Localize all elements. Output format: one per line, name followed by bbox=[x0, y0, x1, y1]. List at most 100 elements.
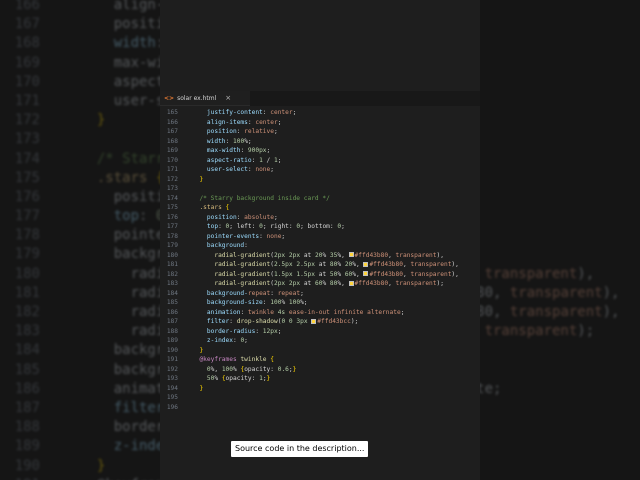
background-line-number: 180 bbox=[14, 265, 40, 282]
code-line[interactable]: 189 z-index: 0; bbox=[160, 336, 480, 346]
code-text[interactable]: user-select: none; bbox=[192, 165, 274, 175]
code-text[interactable]: align-items: center; bbox=[192, 118, 282, 128]
line-number: 173 bbox=[166, 185, 178, 192]
code-text[interactable]: 0%, 100% {opacity: 0.6;} bbox=[192, 365, 296, 375]
background-line-number: 170 bbox=[14, 73, 40, 90]
file-tab[interactable]: <> solar ex.html × bbox=[160, 91, 250, 106]
code-line[interactable]: 174 /* Starry background inside card */ bbox=[160, 194, 480, 204]
line-number: 183 bbox=[166, 280, 178, 287]
code-line[interactable]: 181 radial-gradient(2.5px 2.5px at 80% 2… bbox=[160, 260, 480, 270]
code-text[interactable]: @keyframes twinkle { bbox=[192, 355, 274, 365]
line-number: 179 bbox=[166, 242, 178, 249]
line-number: 178 bbox=[166, 232, 178, 240]
code-line[interactable]: 185 background-size: 100% 100%; bbox=[160, 298, 480, 308]
code-text[interactable]: pointer-events: none; bbox=[192, 232, 285, 242]
code-line[interactable]: 177 top: 0; left: 0; right: 0; bottom: 0… bbox=[160, 222, 480, 232]
code-line[interactable]: 169 max-width: 900px; bbox=[160, 146, 480, 156]
line-number: 194 bbox=[166, 384, 178, 392]
code-line[interactable]: 166 align-items: center; bbox=[160, 118, 480, 128]
caption-overlay: Source code in the description... bbox=[231, 441, 369, 457]
code-line[interactable]: 173 bbox=[160, 184, 480, 194]
line-number: 165 bbox=[166, 109, 178, 116]
code-line[interactable]: 175 .stars { bbox=[160, 203, 480, 213]
background-line-number: 190 bbox=[14, 457, 40, 474]
code-line[interactable]: 184 background-repeat: repeat; bbox=[160, 289, 480, 299]
code-line[interactable]: 171 user-select: none; bbox=[160, 165, 480, 175]
code-line[interactable]: 195 bbox=[160, 393, 480, 403]
code-line[interactable]: 179 background: bbox=[160, 241, 480, 251]
line-number: 184 bbox=[166, 289, 178, 297]
background-code-text: .stars { bbox=[96, 169, 165, 186]
code-text[interactable]: filter: drop-shadow(0 0 3px #ffd43bcc); bbox=[192, 317, 358, 327]
code-line[interactable]: 191 @keyframes twinkle { bbox=[160, 355, 480, 365]
code-text[interactable]: 50% {opacity: 1;} bbox=[192, 374, 270, 384]
code-line[interactable]: 165 justify-content: center; bbox=[160, 108, 480, 118]
code-text[interactable]: justify-content: center; bbox=[192, 108, 296, 118]
line-number: 196 bbox=[166, 403, 178, 411]
code-line[interactable]: 168 width: 100%; bbox=[160, 137, 480, 147]
code-line[interactable]: 187 filter: drop-shadow(0 0 3px #ffd43bc… bbox=[160, 317, 480, 327]
background-line-number: 176 bbox=[14, 188, 40, 205]
code-text[interactable]: width: 100%; bbox=[192, 137, 252, 147]
line-number: 168 bbox=[166, 137, 178, 145]
code-line[interactable]: 188 border-radius: 12px; bbox=[160, 327, 480, 337]
code-editor[interactable]: 165 justify-content: center; 166 align-it… bbox=[160, 108, 480, 412]
code-line[interactable]: 167 position: relative; bbox=[160, 127, 480, 137]
code-text[interactable]: radial-gradient(1.5px 1.5px at 50% 60%, … bbox=[192, 270, 459, 280]
line-number: 187 bbox=[166, 318, 178, 325]
code-line[interactable]: 183 radial-gradient(2px 2px at 60% 80%, … bbox=[160, 279, 480, 289]
code-text[interactable]: } bbox=[192, 175, 203, 185]
close-icon[interactable]: × bbox=[225, 94, 231, 102]
code-text[interactable]: } bbox=[192, 384, 203, 394]
code-text[interactable]: radial-gradient(2.5px 2.5px at 80% 20%, … bbox=[192, 260, 459, 270]
code-line[interactable]: 172 } bbox=[160, 175, 480, 185]
background-code-text: } bbox=[96, 457, 106, 474]
line-number: 167 bbox=[166, 128, 178, 135]
code-text[interactable]: position: absolute; bbox=[192, 213, 278, 223]
code-text[interactable]: background: bbox=[192, 241, 248, 251]
line-number: 169 bbox=[166, 147, 178, 154]
code-line[interactable]: 194 } bbox=[160, 384, 480, 394]
code-text[interactable]: radial-gradient(2px 2px at 60% 80%, #ffd… bbox=[192, 279, 444, 289]
code-text[interactable]: animation: twinkle 4s ease-in-out infini… bbox=[192, 308, 405, 318]
line-number: 166 bbox=[166, 118, 178, 126]
code-line[interactable]: 196 bbox=[160, 403, 480, 413]
code-line[interactable]: 190 } bbox=[160, 346, 480, 356]
line-number: 195 bbox=[166, 394, 178, 401]
code-text[interactable]: max-width: 900px; bbox=[192, 146, 270, 156]
tab-label: solar ex.html bbox=[177, 94, 217, 102]
line-number: 192 bbox=[166, 365, 178, 373]
background-line-number: 186 bbox=[14, 380, 40, 397]
code-text[interactable]: radial-gradient(2px 2px at 20% 35%, #ffd… bbox=[192, 251, 444, 261]
background-line-number: 184 bbox=[14, 342, 40, 359]
code-line[interactable]: 176 position: absolute; bbox=[160, 213, 480, 223]
code-text[interactable]: aspect-ratio: 1 / 1; bbox=[192, 156, 282, 166]
code-text[interactable]: /* Starry background inside card */ bbox=[192, 194, 329, 204]
background-line-number: 187 bbox=[14, 399, 40, 416]
code-line[interactable]: 182 radial-gradient(1.5px 1.5px at 50% 6… bbox=[160, 270, 480, 280]
code-line[interactable]: 178 pointer-events: none; bbox=[160, 232, 480, 242]
background-line-number: 172 bbox=[14, 112, 40, 129]
code-text[interactable]: top: 0; left: 0; right: 0; bottom: 0; bbox=[192, 222, 345, 232]
background-line-number: 188 bbox=[14, 419, 40, 436]
line-number: 180 bbox=[166, 251, 178, 259]
code-line[interactable]: 180 radial-gradient(2px 2px at 20% 35%, … bbox=[160, 251, 480, 261]
code-text[interactable]: background-repeat: repeat; bbox=[192, 289, 304, 299]
code-text[interactable]: .stars { bbox=[192, 203, 229, 213]
code-line[interactable]: 193 50% {opacity: 1;} bbox=[160, 374, 480, 384]
code-text[interactable]: background-size: 100% 100%; bbox=[192, 298, 308, 308]
code-line[interactable]: 170 aspect-ratio: 1 / 1; bbox=[160, 156, 480, 166]
line-number: 193 bbox=[166, 375, 178, 382]
background-line-number: 171 bbox=[14, 92, 40, 109]
code-text[interactable]: z-index: 0; bbox=[192, 336, 248, 346]
background-line-number: 189 bbox=[14, 438, 40, 455]
code-line[interactable]: 192 0%, 100% {opacity: 0.6;} bbox=[160, 365, 480, 375]
line-number: 175 bbox=[166, 204, 178, 211]
code-text[interactable]: position: relative; bbox=[192, 127, 278, 137]
code-text[interactable]: border-radius: 12px; bbox=[192, 327, 282, 337]
background-line-number: 178 bbox=[14, 227, 40, 244]
line-number: 188 bbox=[166, 327, 178, 335]
code-line[interactable]: 186 animation: twinkle 4s ease-in-out in… bbox=[160, 308, 480, 318]
code-text[interactable]: } bbox=[192, 346, 203, 356]
background-line-number: 185 bbox=[14, 361, 40, 378]
